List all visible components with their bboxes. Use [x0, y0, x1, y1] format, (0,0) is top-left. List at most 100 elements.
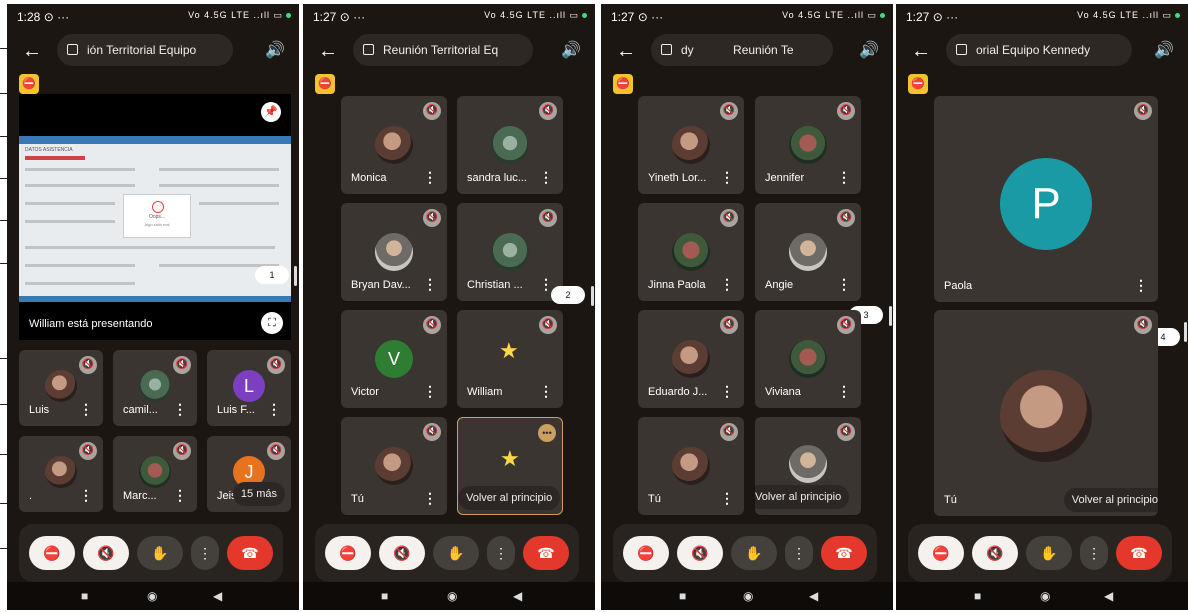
more-options-icon[interactable]: ⋮	[837, 383, 851, 400]
recent-apps-icon[interactable]: ■	[381, 589, 388, 603]
participant-tile[interactable]: 🔇 Viviana ⋮	[755, 310, 861, 408]
more-participants-button[interactable]: 15 más	[232, 482, 285, 506]
participant-tile[interactable]: 🔇 Tú Volver al principio	[934, 310, 1158, 516]
more-options-icon[interactable]: ⋮	[539, 383, 553, 400]
participant-tile[interactable]: 🔇 Tú ⋮	[638, 417, 744, 515]
pin-icon[interactable]: 📌	[261, 102, 281, 122]
recent-apps-icon[interactable]: ■	[679, 589, 686, 603]
participant-tile[interactable]: 🔇 Jinna Paola ⋮	[638, 203, 744, 301]
meeting-title-pill[interactable]: orial Equipo Kennedy	[946, 34, 1132, 66]
participant-tile[interactable]: 🔇 Volver al principio	[755, 417, 861, 515]
meeting-title-pill[interactable]: Reunión Territorial Eq	[353, 34, 533, 66]
more-options-icon[interactable]: ⋮	[173, 401, 187, 418]
more-options-icon[interactable]: ⋮	[720, 490, 734, 507]
camera-off-button[interactable]: ⛔	[623, 536, 669, 570]
more-options-icon[interactable]: ⋮	[173, 487, 187, 504]
home-icon[interactable]: ◉	[1040, 589, 1050, 603]
participant-tile[interactable]: 🔇 sandra luc... ⋮	[457, 96, 563, 194]
participant-tile[interactable]: 🔇 P Paola ⋮	[934, 96, 1158, 302]
more-options-button[interactable]: ⋮	[1080, 536, 1108, 570]
back-arrow-icon[interactable]: ←	[613, 38, 639, 64]
more-options-icon[interactable]: ⋮	[1134, 277, 1148, 294]
more-options-icon[interactable]: ⋮	[79, 401, 93, 418]
speaker-icon[interactable]: 🔊	[265, 40, 285, 60]
participant-tile[interactable]: 🔇 Angie ⋮	[755, 203, 861, 301]
nav-back-icon[interactable]: ◀	[513, 589, 522, 603]
more-options-button[interactable]: ⋮	[785, 536, 813, 570]
more-options-icon[interactable]: ⋮	[423, 169, 437, 186]
participant-tile[interactable]: 🔇 ★ William ⋮	[457, 310, 563, 408]
camera-off-button[interactable]: ⛔	[29, 536, 75, 570]
participant-tile[interactable]: 🔇 Luis ⋮	[19, 350, 103, 426]
participant-tile[interactable]: 🔇 J Jeis 15 más	[207, 436, 291, 512]
hang-up-button[interactable]: ☎	[1116, 536, 1162, 570]
mic-off-button[interactable]: 🔇	[972, 536, 1018, 570]
more-options-icon[interactable]: ⋮	[720, 383, 734, 400]
raise-hand-button[interactable]: ✋	[433, 536, 479, 570]
participant-tile[interactable]: 🔇 Marc... ⋮	[113, 436, 197, 512]
home-icon[interactable]: ◉	[447, 589, 457, 603]
participant-tile[interactable]: 🔇 Eduardo J... ⋮	[638, 310, 744, 408]
camera-off-button[interactable]: ⛔	[918, 536, 964, 570]
more-options-icon[interactable]: ⋮	[720, 169, 734, 186]
camera-off-icon[interactable]: ⛔	[19, 74, 39, 94]
more-options-icon[interactable]: ⋮	[837, 276, 851, 293]
nav-back-icon[interactable]: ◀	[1104, 589, 1113, 603]
home-icon[interactable]: ◉	[743, 589, 753, 603]
hang-up-button[interactable]: ☎	[227, 536, 273, 570]
raise-hand-button[interactable]: ✋	[731, 536, 777, 570]
participant-tile[interactable]: 🔇 Monica ⋮	[341, 96, 447, 194]
more-options-button[interactable]: ⋮	[487, 536, 515, 570]
camera-off-button[interactable]: ⛔	[325, 536, 371, 570]
raise-hand-button[interactable]: ✋	[137, 536, 183, 570]
screen-share-tile[interactable]: 📌 DATOS ASISTENCIA Oops... Algo salió ma…	[19, 94, 291, 340]
hang-up-button[interactable]: ☎	[821, 536, 867, 570]
back-to-start-button[interactable]: Volver al principio	[1063, 488, 1158, 512]
recent-apps-icon[interactable]: ■	[974, 589, 981, 603]
nav-back-icon[interactable]: ◀	[809, 589, 818, 603]
scrollbar[interactable]	[591, 286, 594, 306]
participant-tile[interactable]: 🔇 camil... ⋮	[113, 350, 197, 426]
participant-tile[interactable]: 🔇 Christian ... ⋮	[457, 203, 563, 301]
more-options-icon[interactable]: ⋮	[423, 490, 437, 507]
meeting-title-pill[interactable]: dy Reunión Te	[651, 34, 833, 66]
more-options-icon[interactable]: ⋮	[267, 401, 281, 418]
mic-off-button[interactable]: 🔇	[379, 536, 425, 570]
speaker-icon[interactable]: 🔊	[561, 40, 581, 60]
participant-tile[interactable]: 🔇 Tú ⋮	[341, 417, 447, 515]
speaker-icon[interactable]: 🔊	[859, 40, 879, 60]
mic-off-button[interactable]: 🔇	[83, 536, 129, 570]
speaker-icon[interactable]: 🔊	[1154, 40, 1174, 60]
participant-tile-speaking[interactable]: ••• ★ Volver al principio	[457, 417, 563, 515]
scrollbar[interactable]	[294, 266, 297, 286]
back-arrow-icon[interactable]: ←	[315, 38, 341, 64]
raise-hand-button[interactable]: ✋	[1026, 536, 1072, 570]
back-to-start-button[interactable]: Volver al principio	[755, 485, 850, 509]
mic-off-button[interactable]: 🔇	[677, 536, 723, 570]
nav-back-icon[interactable]: ◀	[213, 589, 222, 603]
participant-tile[interactable]: 🔇 V Victor ⋮	[341, 310, 447, 408]
hang-up-button[interactable]: ☎	[523, 536, 569, 570]
more-options-icon[interactable]: ⋮	[423, 276, 437, 293]
scrollbar[interactable]	[889, 306, 892, 326]
fullscreen-icon[interactable]: ⛶	[261, 312, 283, 334]
participant-tile[interactable]: 🔇 L Luis F... ⋮	[207, 350, 291, 426]
more-options-icon[interactable]: ⋮	[79, 487, 93, 504]
back-to-start-button[interactable]: Volver al principio	[458, 486, 561, 510]
scrollbar[interactable]	[1184, 322, 1187, 342]
recent-apps-icon[interactable]: ■	[81, 589, 88, 603]
participant-tile[interactable]: 🔇 . ⋮	[19, 436, 103, 512]
camera-off-icon[interactable]: ⛔	[613, 74, 633, 94]
meeting-title-pill[interactable]: ión Territorial Equipo	[57, 34, 233, 66]
more-options-icon[interactable]: ⋮	[539, 169, 553, 186]
back-arrow-icon[interactable]: ←	[19, 38, 45, 64]
more-options-icon[interactable]: ⋮	[720, 276, 734, 293]
camera-off-icon[interactable]: ⛔	[908, 74, 928, 94]
participant-tile[interactable]: 🔇 Jennifer ⋮	[755, 96, 861, 194]
back-arrow-icon[interactable]: ←	[908, 38, 934, 64]
participant-tile[interactable]: 🔇 Bryan Dav... ⋮	[341, 203, 447, 301]
participant-tile[interactable]: 🔇 Yineth Lor... ⋮	[638, 96, 744, 194]
more-options-button[interactable]: ⋮	[191, 536, 219, 570]
home-icon[interactable]: ◉	[147, 589, 157, 603]
more-options-icon[interactable]: ⋮	[423, 383, 437, 400]
